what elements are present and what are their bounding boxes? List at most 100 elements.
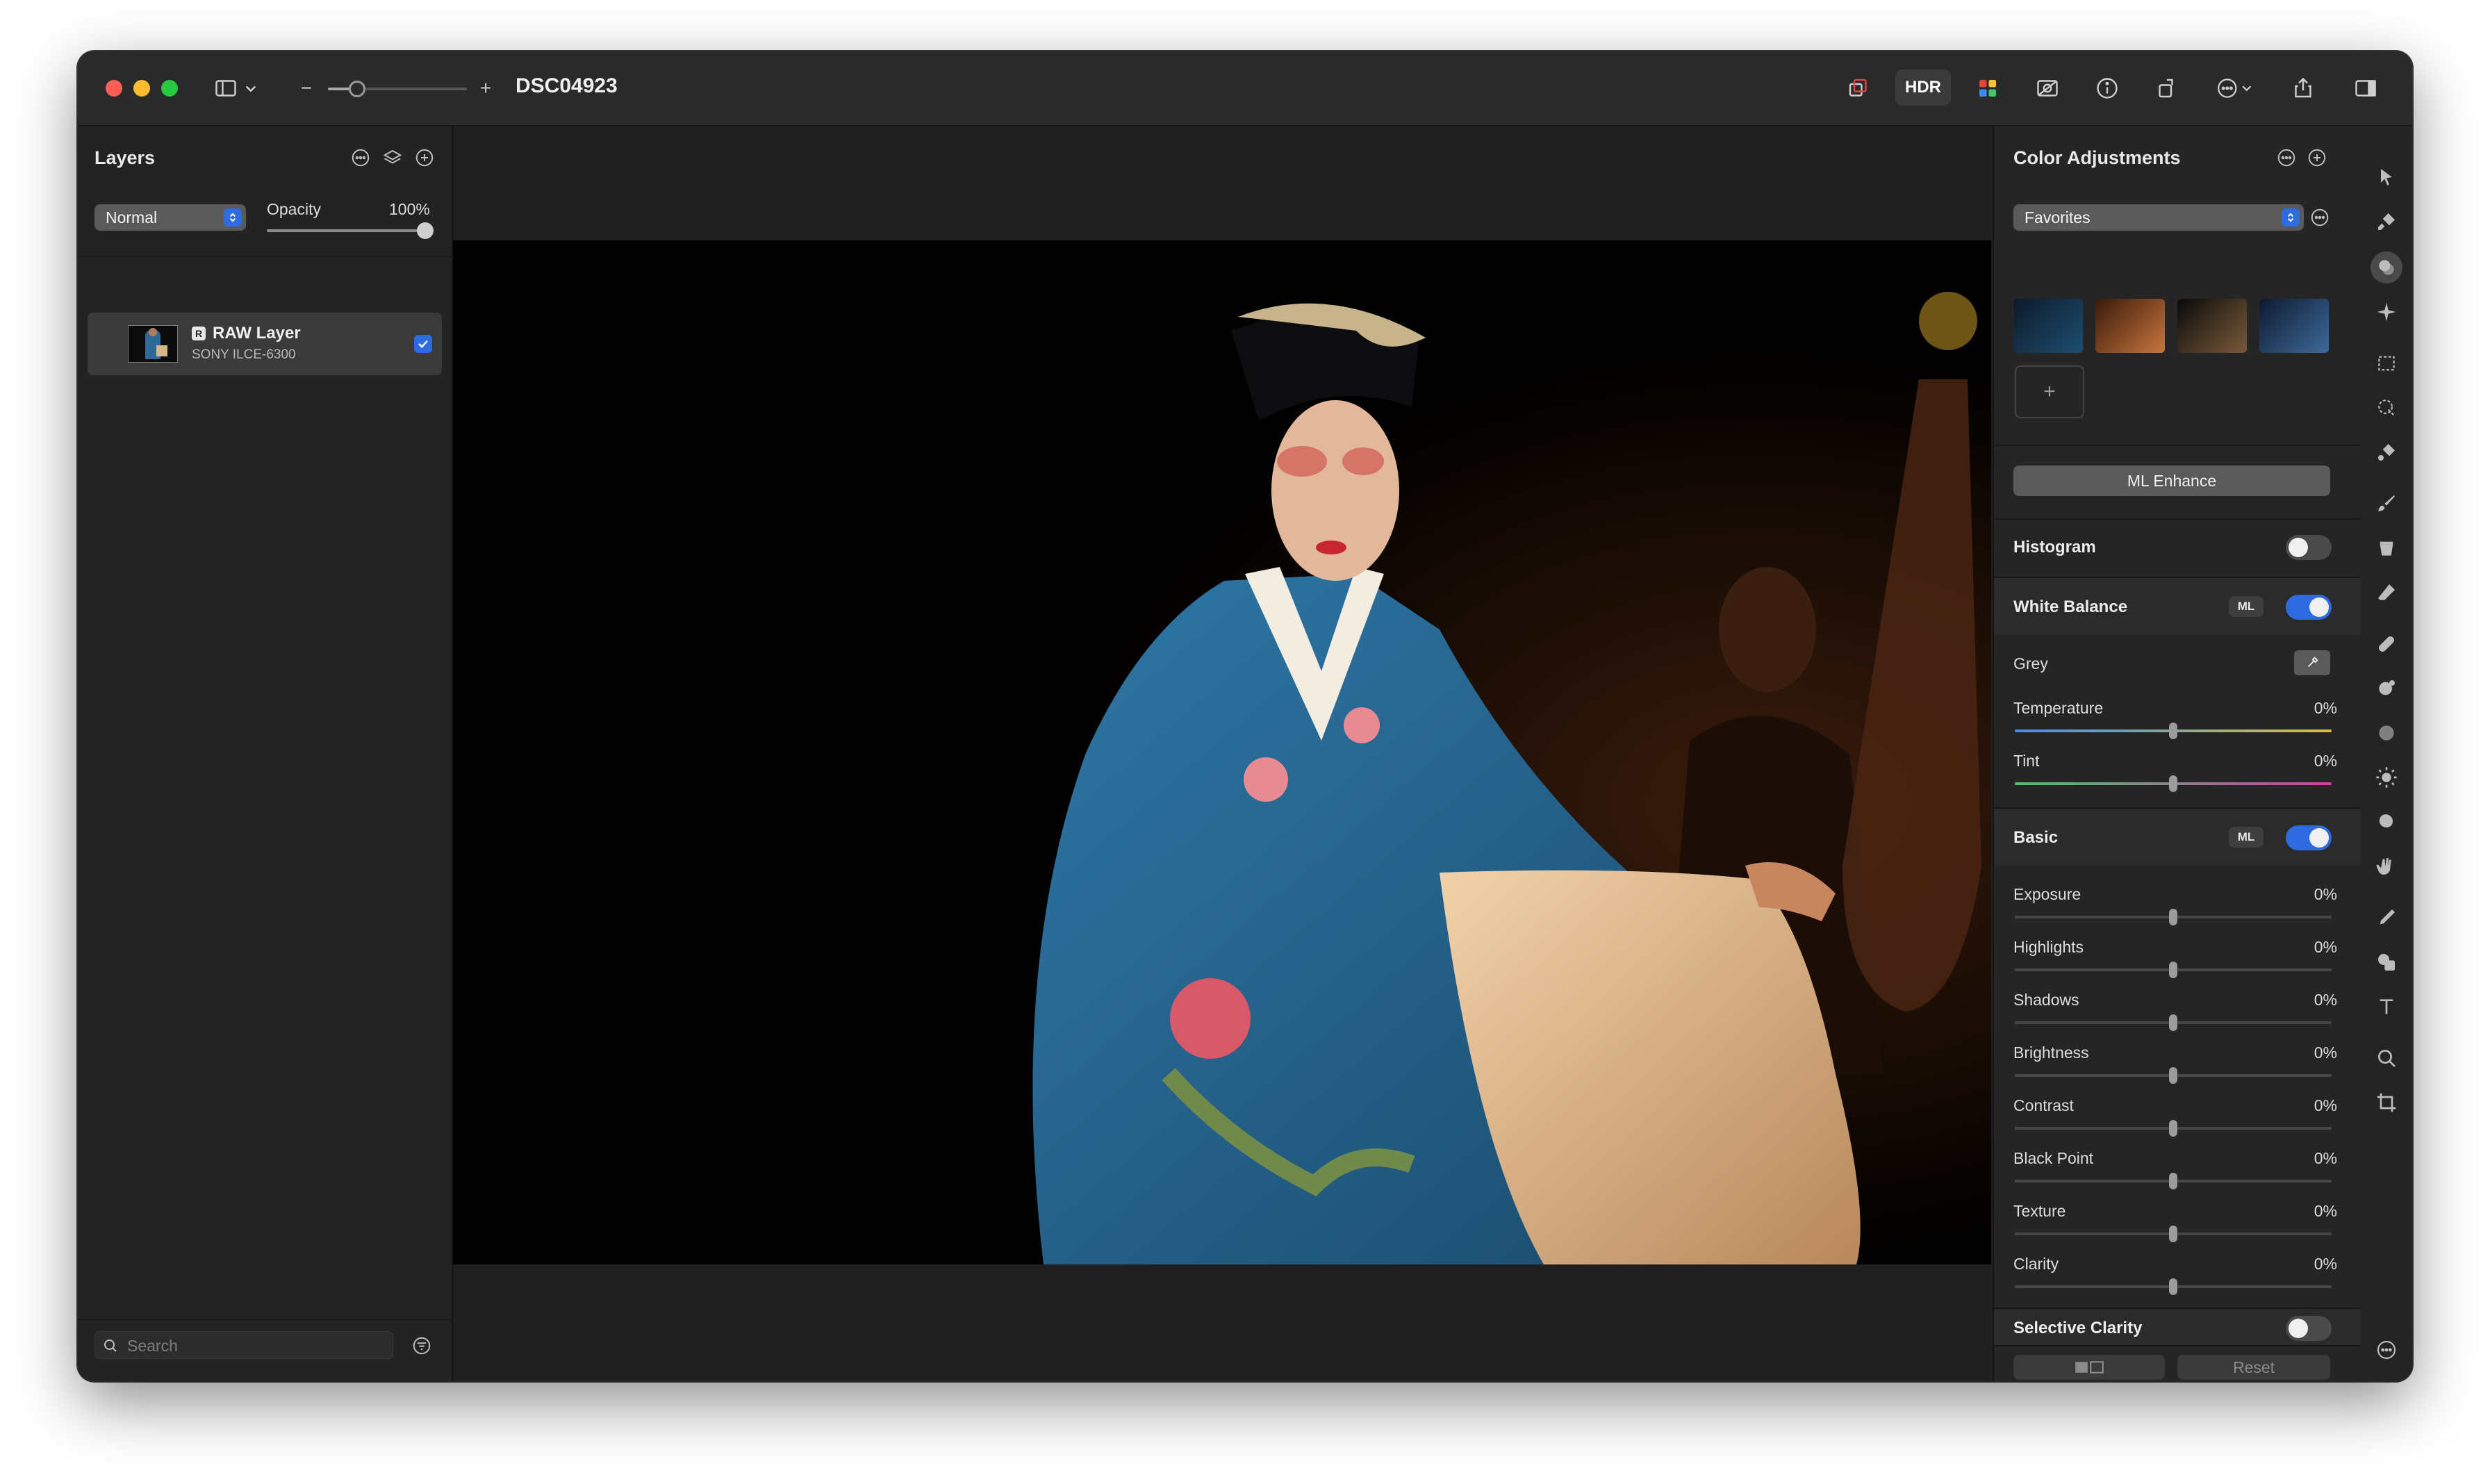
tint-slider-knob[interactable] (2169, 775, 2177, 792)
inspector-toggle-icon[interactable] (2350, 72, 2382, 104)
zoom-window-button[interactable] (161, 80, 178, 97)
shadows-label: Shadows (2013, 991, 2079, 1009)
chevron-updown-icon (2282, 208, 2300, 226)
layer-visibility-checkbox[interactable] (414, 335, 432, 353)
crop-icon[interactable] (2371, 1087, 2402, 1119)
sidebar-icon[interactable] (210, 72, 242, 104)
basic-label: Basic (2013, 828, 2059, 847)
color-adjustments-title: Color Adjustments (2013, 147, 2181, 168)
opacity-slider-knob[interactable] (417, 222, 434, 239)
effects-sparkle-icon[interactable] (2371, 296, 2402, 328)
preset-select[interactable]: Favorites (2013, 204, 2304, 231)
preset-thumbnail[interactable] (2259, 299, 2329, 353)
basic-toggle[interactable] (2286, 825, 2332, 850)
rect-select-icon[interactable] (2371, 347, 2402, 379)
contrast-slider-knob[interactable] (2169, 1120, 2177, 1137)
chevron-down-icon[interactable] (240, 72, 261, 104)
opacity-slider[interactable] (267, 229, 434, 232)
eraser-icon[interactable] (2371, 577, 2402, 609)
blend-mode-select[interactable]: Normal (94, 204, 246, 231)
more-tools-icon[interactable] (2371, 1334, 2402, 1366)
more-options-icon[interactable] (349, 146, 372, 170)
reset-button[interactable]: Reset (2177, 1355, 2330, 1380)
minimize-window-button[interactable] (133, 80, 150, 97)
retouch-bandage-icon[interactable] (2371, 628, 2402, 660)
layers-stack-icon[interactable] (381, 146, 404, 170)
blend-mode-value: Normal (106, 208, 158, 226)
layer-copy-icon[interactable] (1842, 72, 1874, 104)
close-window-button[interactable] (106, 80, 122, 97)
color-grid-icon[interactable] (1972, 72, 2004, 104)
clone-stamp-icon[interactable] (2371, 673, 2402, 704)
white-balance-label: White Balance (2013, 597, 2128, 616)
preset-thumbnail[interactable] (2013, 299, 2083, 353)
smart-select-icon[interactable] (2371, 436, 2402, 468)
add-adjustment-icon[interactable] (2305, 146, 2329, 170)
quick-select-icon[interactable] (2371, 392, 2402, 424)
image-canvas[interactable] (453, 126, 1991, 1381)
layer-name: RAW Layer (213, 324, 301, 343)
clarity-label: Clarity (2013, 1255, 2059, 1273)
fill-bucket-icon[interactable] (2371, 532, 2402, 564)
color-adjust-icon[interactable] (2371, 252, 2402, 283)
text-icon[interactable] (2371, 991, 2402, 1023)
style-brush-icon[interactable] (2371, 206, 2402, 238)
exposure-slider-knob[interactable] (2169, 909, 2177, 925)
temperature-value: 0% (2314, 699, 2337, 717)
layer-row[interactable]: R RAW Layer SONY ILCE-6300 (88, 313, 442, 375)
search-icon (104, 1339, 117, 1352)
compare-split-button[interactable] (2013, 1355, 2165, 1380)
layer-camera: SONY ILCE-6300 (192, 347, 296, 362)
zoom-out-icon[interactable]: − (296, 72, 317, 104)
brightness-slider-knob[interactable] (2169, 1067, 2177, 1084)
selective-clarity-toggle[interactable] (2286, 1316, 2332, 1341)
histogram-toggle[interactable] (2286, 535, 2332, 560)
temperature-slider-knob[interactable] (2169, 723, 2177, 739)
brightness-label: Brightness (2013, 1044, 2089, 1062)
layer-search-input[interactable]: Search (94, 1331, 393, 1359)
rotate-icon[interactable] (2151, 72, 2183, 104)
white-balance-toggle[interactable] (2286, 595, 2332, 620)
contrast-value: 0% (2314, 1096, 2337, 1114)
zoom-in-icon[interactable]: + (475, 72, 496, 104)
divider (78, 1319, 452, 1320)
compare-icon[interactable] (2031, 72, 2063, 104)
add-preset-button[interactable]: + (2015, 365, 2084, 418)
clarity-slider-knob[interactable] (2169, 1278, 2177, 1295)
toolbar: − + DSC04923 HDR (78, 51, 2412, 126)
smudge-hand-icon[interactable] (2371, 850, 2402, 882)
tint-label: Tint (2013, 752, 2040, 770)
sponge-icon[interactable] (2371, 806, 2402, 838)
ml-badge[interactable]: ML (2229, 596, 2264, 617)
filter-icon[interactable] (410, 1334, 434, 1358)
ml-enhance-button[interactable]: ML Enhance (2013, 465, 2330, 496)
highlights-value: 0% (2314, 938, 2337, 956)
eyedropper-icon[interactable] (2294, 650, 2330, 675)
paint-brush-icon[interactable] (2371, 488, 2402, 520)
highlights-slider-knob[interactable] (2169, 962, 2177, 978)
zoom-slider-knob[interactable] (349, 81, 365, 97)
shadows-slider-knob[interactable] (2169, 1014, 2177, 1031)
light-icon[interactable] (2371, 761, 2402, 793)
share-icon[interactable] (2287, 72, 2319, 104)
tint-value: 0% (2314, 752, 2337, 770)
search-placeholder: Search (127, 1337, 178, 1355)
preset-options-icon[interactable] (2308, 206, 2332, 229)
app-window: − + DSC04923 HDR Layers Normal Opacity 1… (78, 51, 2412, 1381)
black-point-slider-knob[interactable] (2169, 1173, 2177, 1189)
hdr-button[interactable]: HDR (1895, 69, 1951, 106)
more-icon[interactable] (2211, 72, 2259, 104)
selective-clarity-label: Selective Clarity (2013, 1319, 2143, 1337)
preset-thumbnail[interactable] (2177, 299, 2247, 353)
texture-slider-knob[interactable] (2169, 1226, 2177, 1242)
shape-icon[interactable] (2371, 946, 2402, 978)
info-icon[interactable] (2091, 72, 2123, 104)
arrow-select-icon[interactable] (2371, 161, 2402, 193)
add-layer-icon[interactable] (413, 146, 436, 170)
more-options-icon[interactable] (2275, 146, 2298, 170)
blur-icon[interactable] (2371, 717, 2402, 749)
ml-badge[interactable]: ML (2229, 827, 2264, 848)
pen-icon[interactable] (2371, 902, 2402, 934)
preset-thumbnail[interactable] (2095, 299, 2165, 353)
zoom-icon[interactable] (2371, 1042, 2402, 1074)
